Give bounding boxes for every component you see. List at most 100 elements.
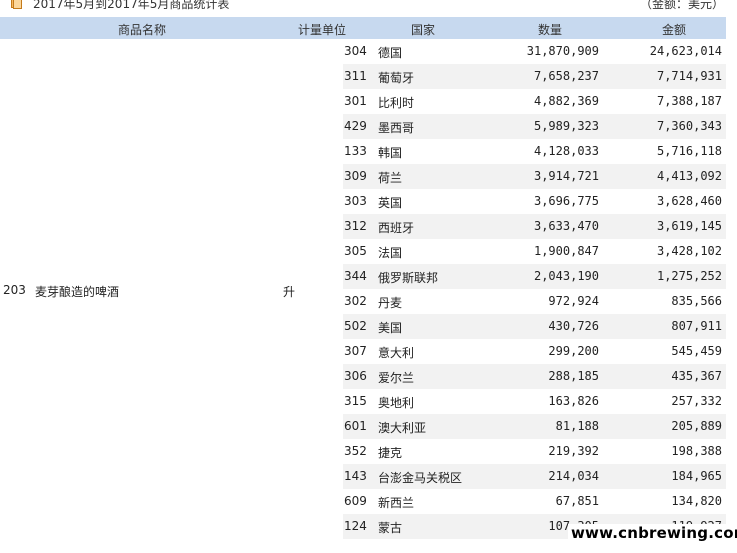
quantity-value: 430,726: [548, 319, 599, 333]
quantity-value: 7,658,237: [533, 69, 599, 83]
country-name: 俄罗斯联邦: [378, 271, 439, 285]
quantity-value: 4,882,369: [533, 94, 599, 108]
country-name: 台澎金马关税区: [378, 471, 463, 485]
country-name: 蒙古: [378, 521, 403, 535]
table-row: 306 爱尔兰 288,185 435,367: [343, 364, 726, 389]
table-row: 133 韩国 4,128,033 5,716,118: [343, 139, 726, 164]
quantity-value: 2,043,190: [533, 269, 599, 283]
country-code: 311: [344, 69, 367, 83]
country-code: 124: [344, 519, 367, 533]
header-amount: 金额: [662, 23, 687, 37]
quantity-value: 972,924: [548, 294, 599, 308]
table-row: 305 法国 1,900,847 3,428,102: [343, 239, 726, 264]
table-row: 307 意大利 299,200 545,459: [343, 339, 726, 364]
table-row: 502 美国 430,726 807,911: [343, 314, 726, 339]
country-rows: 304 德国 31,870,909 24,623,014 311 葡萄牙 7,658,23…: [343, 39, 726, 539]
quantity-value: 219,392: [548, 444, 599, 458]
table-row: 352 捷克 219,392 198,388: [343, 439, 726, 464]
country-name: 澳大利亚: [378, 421, 427, 435]
country-code: 502: [344, 319, 367, 333]
table-row: 315 奥地利 163,826 257,332: [343, 389, 726, 414]
amount-value: 3,628,460: [656, 194, 722, 208]
currency-note: （金额：美元）: [640, 0, 725, 11]
country-code: 303: [344, 194, 367, 208]
quantity-value: 214,034: [548, 469, 599, 483]
amount-value: 198,388: [671, 444, 722, 458]
country-name: 爱尔兰: [378, 371, 415, 385]
amount-value: 545,459: [671, 344, 722, 358]
table-row: 609 新西兰 67,851 134,820: [343, 489, 726, 514]
quantity-value: 3,633,470: [533, 219, 599, 233]
amount-value: 4,413,092: [656, 169, 722, 183]
header-product-name: 商品名称: [118, 23, 167, 37]
country-code: 309: [344, 169, 367, 183]
amount-value: 1,275,252: [656, 269, 722, 283]
quantity-value: 288,185: [548, 369, 599, 383]
table-row: 304 德国 31,870,909 24,623,014: [343, 39, 726, 64]
country-code: 601: [344, 419, 367, 433]
country-code: 301: [344, 94, 367, 108]
amount-value: 184,965: [671, 469, 722, 483]
amount-value: 435,367: [671, 369, 722, 383]
amount-value: 7,388,187: [656, 94, 722, 108]
country-code: 306: [344, 369, 367, 383]
amount-value: 257,332: [671, 394, 722, 408]
country-code: 307: [344, 344, 367, 358]
product-unit: 升: [283, 285, 296, 299]
quantity-value: 3,696,775: [533, 194, 599, 208]
amount-value: 807,911: [671, 319, 722, 333]
product-name: 麦芽酿造的啤酒: [35, 285, 120, 299]
quantity-value: 163,826: [548, 394, 599, 408]
amount-value: 5,716,118: [656, 144, 722, 158]
quantity-value: 31,870,909: [526, 44, 599, 58]
country-name: 比利时: [378, 96, 415, 110]
country-code: 143: [344, 469, 367, 483]
quantity-value: 3,914,721: [533, 169, 599, 183]
document-icon: [11, 0, 22, 9]
quantity-value: 1,900,847: [533, 244, 599, 258]
country-name: 墨西哥: [378, 121, 415, 135]
country-code: 305: [344, 244, 367, 258]
country-code: 302: [344, 294, 367, 308]
country-code: 312: [344, 219, 367, 233]
amount-value: 7,714,931: [656, 69, 722, 83]
table-row: 301 比利时 4,882,369 7,388,187: [343, 89, 726, 114]
header-country: 国家: [411, 23, 436, 37]
quantity-value: 67,851: [555, 494, 599, 508]
table-row: 312 西班牙 3,633,470 3,619,145: [343, 214, 726, 239]
country-code: 304: [344, 44, 367, 58]
header-unit: 计量单位: [298, 23, 347, 37]
country-name: 意大利: [378, 346, 415, 360]
country-code: 352: [344, 444, 367, 458]
table-row: 344 俄罗斯联邦 2,043,190 1,275,252: [343, 264, 726, 289]
country-name: 葡萄牙: [378, 71, 415, 85]
country-name: 奥地利: [378, 396, 415, 410]
country-name: 荷兰: [378, 171, 403, 185]
country-code: 429: [344, 119, 367, 133]
quantity-value: 5,989,323: [533, 119, 599, 133]
site-watermark: www.cnbrewing.com: [568, 524, 737, 542]
page-title: 2017年5月到2017年5月商品统计表: [33, 0, 230, 11]
amount-value: 7,360,343: [656, 119, 722, 133]
country-name: 捷克: [378, 446, 403, 460]
amount-value: 835,566: [671, 294, 722, 308]
amount-value: 24,623,014: [649, 44, 722, 58]
quantity-value: 81,188: [555, 419, 599, 433]
country-name: 法国: [378, 246, 403, 260]
table-row: 429 墨西哥 5,989,323 7,360,343: [343, 114, 726, 139]
table-row: 311 葡萄牙 7,658,237 7,714,931: [343, 64, 726, 89]
header-quantity: 数量: [538, 23, 563, 37]
table-row: 303 英国 3,696,775 3,628,460: [343, 189, 726, 214]
country-code: 609: [344, 494, 367, 508]
table-row: 302 丹麦 972,924 835,566: [343, 289, 726, 314]
country-name: 英国: [378, 196, 403, 210]
country-name: 西班牙: [378, 221, 415, 235]
table-row: 143 台澎金马关税区 214,034 184,965: [343, 464, 726, 489]
product-code: 203: [3, 283, 26, 297]
amount-value: 3,619,145: [656, 219, 722, 233]
table-header: 商品名称 计量单位 国家 数量 金额: [0, 17, 726, 39]
country-name: 新西兰: [378, 496, 415, 510]
country-code: 344: [344, 269, 367, 283]
amount-value: 3,428,102: [656, 244, 722, 258]
country-code: 315: [344, 394, 367, 408]
